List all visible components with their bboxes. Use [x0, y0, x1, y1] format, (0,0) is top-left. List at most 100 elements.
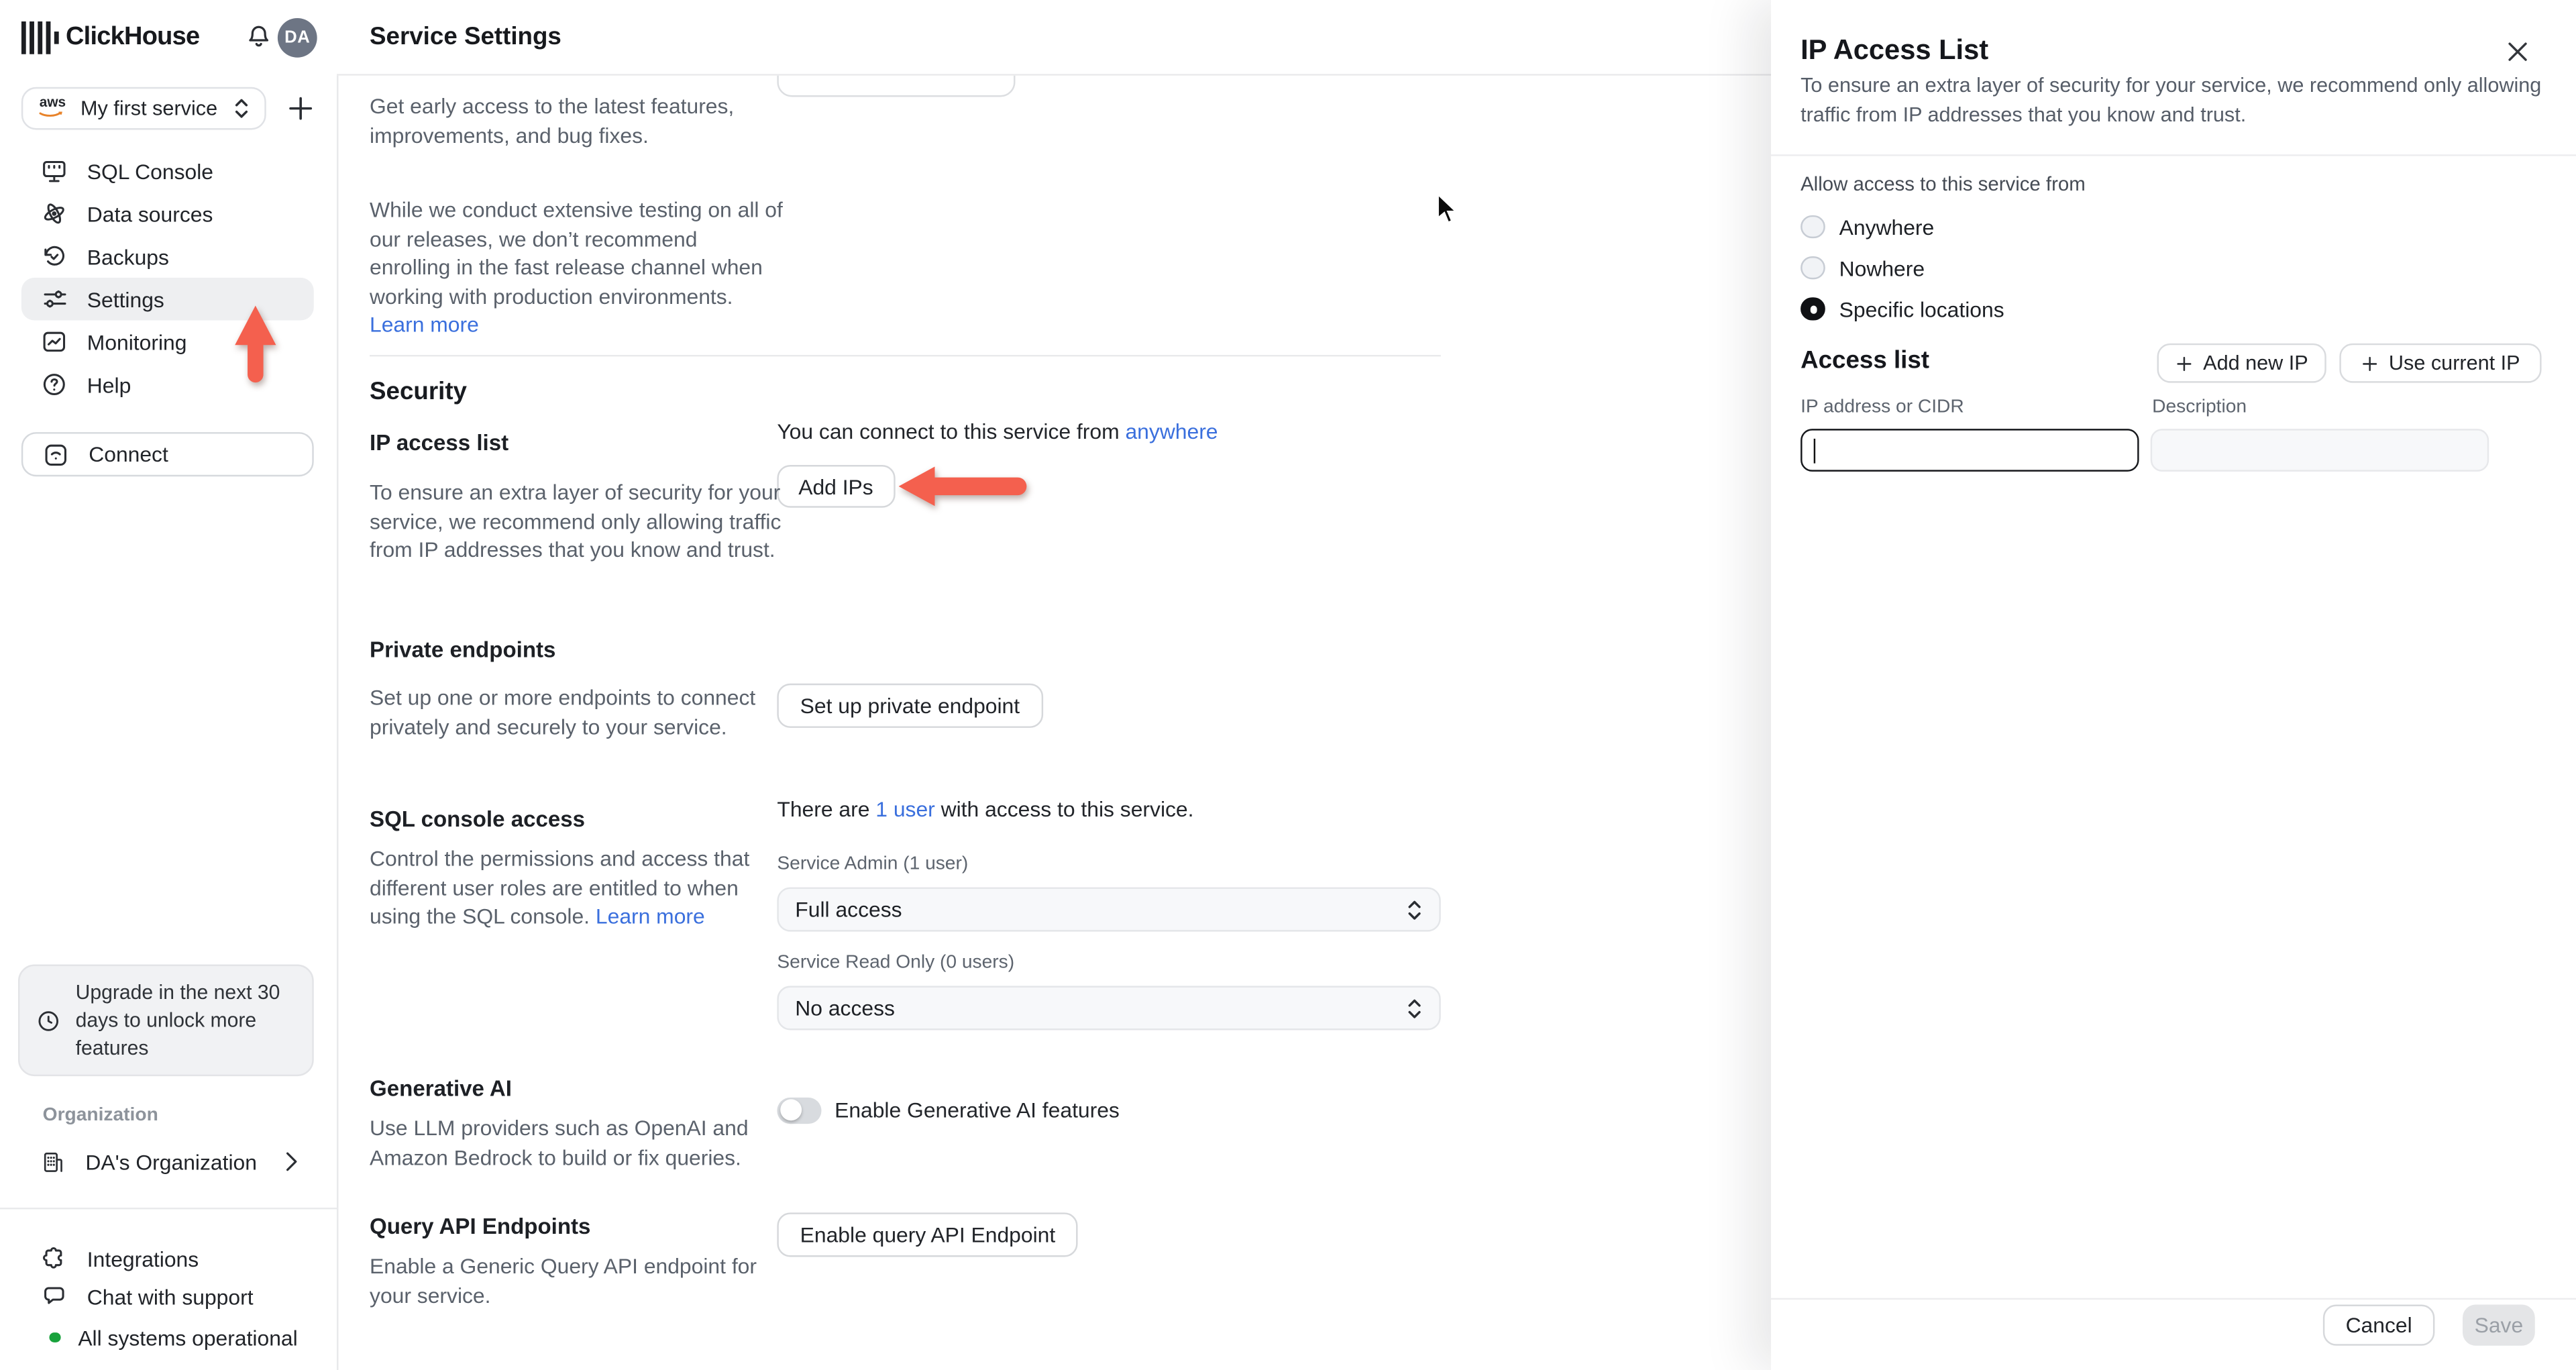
plus-icon — [2176, 354, 2194, 372]
brand-title: ClickHouse — [65, 23, 200, 51]
status-ok-dot-icon — [49, 1332, 60, 1343]
use-current-ip-button[interactable]: Use current IP — [2339, 343, 2542, 383]
organization-section-label: Organization — [42, 1106, 158, 1126]
sidebar-item-sql-console[interactable]: SQL Console — [21, 150, 314, 193]
add-service-button[interactable] — [286, 94, 315, 123]
radio-label: Anywhere — [1839, 214, 1935, 240]
status-text: with access to this service. — [934, 796, 1194, 822]
generative-ai-toggle[interactable] — [777, 1097, 822, 1123]
annotation-arrow-up — [233, 305, 278, 385]
radio-option-nowhere[interactable]: Nowhere — [1801, 252, 1925, 284]
system-status[interactable]: All systems operational — [21, 1316, 314, 1359]
save-button[interactable]: Save — [2463, 1304, 2535, 1346]
aws-logo-icon: aws — [38, 95, 67, 119]
select-value: No access — [795, 996, 895, 1020]
sidebar-item-label: Settings — [87, 286, 164, 312]
close-icon[interactable] — [2507, 41, 2528, 62]
button-label: Add new IP — [2203, 352, 2308, 375]
radio-label: Nowhere — [1839, 255, 1925, 280]
sidebar-item-label: Chat with support — [87, 1283, 254, 1309]
sidebar-divider — [0, 1208, 337, 1210]
speech-bubble-icon — [41, 1283, 67, 1310]
sidebar-item-backups[interactable]: Backups — [21, 235, 314, 278]
sidebar: ClickHouse DA aws My first service SQL C… — [0, 0, 339, 1370]
ip-address-input[interactable] — [1801, 429, 2139, 472]
question-circle-icon — [41, 371, 67, 397]
allow-access-label: Allow access to this service from — [1801, 172, 2086, 196]
radio-icon — [1801, 256, 1825, 280]
radio-icon — [1801, 215, 1825, 239]
chevron-right-icon — [286, 1152, 297, 1171]
add-ips-button[interactable]: Add IPs — [777, 465, 895, 508]
fast-release-text: While we conduct extensive testing on al… — [370, 197, 783, 309]
orbit-icon — [41, 201, 67, 227]
mouse-cursor — [1436, 192, 1460, 227]
organization-switcher[interactable]: DA's Organization — [21, 1141, 314, 1183]
panel-description: To ensure an extra layer of security for… — [1801, 74, 2542, 126]
ip-access-list-panel: IP Access List To ensure an extra layer … — [1771, 0, 2576, 1370]
security-heading: Security — [370, 378, 468, 406]
fast-release-paragraph-2: While we conduct extensive testing on al… — [370, 195, 784, 339]
learn-more-link[interactable]: Learn more — [596, 904, 705, 929]
clock-icon — [36, 1008, 61, 1033]
access-list-heading: Access list — [1801, 346, 1930, 375]
sql-console-access-title: SQL console access — [370, 806, 586, 832]
ip-access-list-description: To ensure an extra layer of security for… — [370, 480, 782, 562]
sql-console-access-description: Control the permissions and access that … — [370, 845, 784, 931]
sidebar-item-data-sources[interactable]: Data sources — [21, 193, 314, 235]
radio-option-specific-locations[interactable]: Specific locations — [1801, 293, 2004, 325]
clickhouse-logo-icon — [21, 21, 61, 54]
connect-label: Connect — [89, 441, 168, 467]
organization-name: DA's Organization — [85, 1149, 257, 1174]
sidebar-item-label: Monitoring — [87, 329, 187, 354]
service-admin-select[interactable]: Full access — [777, 887, 1441, 932]
terminal-monitor-icon — [41, 158, 67, 184]
status-text: You can connect to this service from — [777, 419, 1126, 444]
plus-icon — [2361, 354, 2379, 372]
private-endpoints-title: Private endpoints — [370, 637, 556, 662]
page-header: Service Settings — [337, 0, 1772, 76]
setup-private-endpoint-button[interactable]: Set up private endpoint — [777, 683, 1043, 728]
history-clock-icon — [41, 243, 67, 269]
puzzle-icon — [41, 1245, 67, 1271]
service-selector-label: My first service — [80, 97, 218, 120]
page-title: Service Settings — [370, 23, 561, 51]
upgrade-notice-text: Upgrade in the next 30 days to unlock mo… — [75, 980, 280, 1059]
panel-footer-divider — [1771, 1298, 2576, 1300]
one-user-link[interactable]: 1 user — [875, 797, 935, 822]
service-readonly-label: Service Read Only (0 users) — [777, 953, 1015, 973]
chevron-updown-icon — [1406, 898, 1422, 920]
panel-divider — [1771, 154, 2576, 156]
ip-address-label: IP address or CIDR — [1801, 397, 1964, 418]
private-endpoints-description: Set up one or more endpoints to connect … — [370, 685, 756, 739]
ip-access-status: You can connect to this service from any… — [777, 419, 1218, 443]
service-selector[interactable]: aws My first service — [21, 87, 266, 130]
service-readonly-select[interactable]: No access — [777, 986, 1441, 1031]
building-icon — [41, 1149, 66, 1174]
enable-query-api-button[interactable]: Enable query API Endpoint — [777, 1212, 1079, 1257]
upgrade-notice[interactable]: Upgrade in the next 30 days to unlock mo… — [17, 964, 314, 1077]
anywhere-link[interactable]: anywhere — [1125, 419, 1218, 443]
service-admin-label: Service Admin (1 user) — [777, 854, 969, 874]
learn-more-link[interactable]: Learn more — [370, 312, 479, 337]
radio-option-anywhere[interactable]: Anywhere — [1801, 210, 1934, 243]
sidebar-item-chat-support[interactable]: Chat with support — [21, 1275, 314, 1318]
generative-ai-title: Generative AI — [370, 1076, 512, 1101]
description-label: Description — [2152, 397, 2247, 418]
cancel-button[interactable]: Cancel — [2322, 1304, 2435, 1346]
connect-button[interactable]: Connect — [21, 432, 314, 477]
query-api-description: Enable a Generic Query API endpoint for … — [370, 1253, 757, 1308]
sidebar-item-integrations[interactable]: Integrations — [21, 1237, 314, 1280]
avatar[interactable]: DA — [277, 17, 317, 58]
sidebar-item-label: Backups — [87, 244, 169, 269]
ip-access-list-title: IP access list — [370, 430, 509, 456]
annotation-arrow-left — [898, 465, 1028, 508]
description-input[interactable] — [2150, 429, 2489, 472]
generative-ai-toggle-label: Enable Generative AI features — [835, 1097, 1120, 1122]
line-chart-icon — [41, 329, 67, 355]
sidebar-item-label: Help — [87, 372, 131, 397]
add-new-ip-button[interactable]: Add new IP — [2157, 343, 2326, 383]
notifications-bell-icon[interactable] — [245, 23, 273, 51]
clickhouse-console: ClickHouse DA aws My first service SQL C… — [0, 0, 2576, 1370]
sidebar-item-label: SQL Console — [87, 158, 213, 184]
